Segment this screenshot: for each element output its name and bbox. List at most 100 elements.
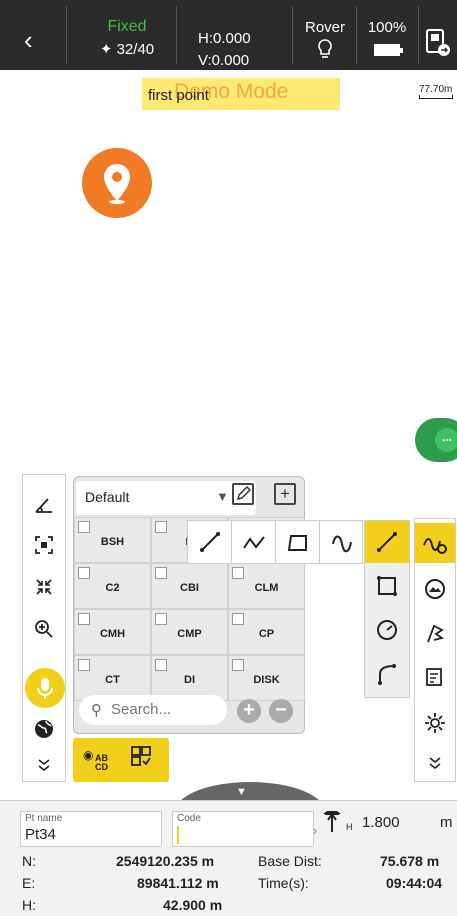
- stakeout-icon[interactable]: [415, 613, 455, 653]
- code-checkbox[interactable]: [78, 567, 90, 579]
- text-cursor: [177, 826, 179, 844]
- code-label: CT: [105, 674, 120, 686]
- edit-code-icon[interactable]: [232, 483, 254, 505]
- code-label: DISK: [253, 674, 280, 686]
- circle-tool-icon[interactable]: [365, 609, 409, 651]
- code-search-input[interactable]: [111, 701, 219, 718]
- microphone-icon: [37, 678, 53, 699]
- precision-readout[interactable]: H:0.000 V:0.000: [198, 28, 251, 72]
- zoom-in-icon[interactable]: [23, 609, 65, 649]
- code-cell[interactable]: CP: [228, 609, 305, 655]
- n-label: N:: [22, 853, 36, 869]
- code-library-panel: Default ▼ + BSH B C2 CBI CLM CMH CMP CP …: [73, 476, 305, 734]
- add-code-icon[interactable]: +: [274, 483, 296, 505]
- code-cell[interactable]: C2: [74, 563, 151, 609]
- polyline-icon[interactable]: [232, 521, 276, 563]
- code-library-dropdown[interactable]: Default ▼: [76, 481, 256, 515]
- curve-icon[interactable]: [320, 521, 364, 563]
- code-cell[interactable]: DISK: [228, 655, 305, 701]
- battery-icon: [374, 44, 403, 56]
- map-pin-mountain-icon[interactable]: [415, 569, 455, 609]
- arc-tool-icon[interactable]: [365, 653, 409, 695]
- code-checkbox[interactable]: [232, 567, 244, 579]
- code-cell[interactable]: CLM: [228, 563, 305, 609]
- code-checkbox[interactable]: [232, 659, 244, 671]
- globe-icon[interactable]: [23, 709, 65, 749]
- code-label: Code: [177, 813, 201, 824]
- satellite-icon: ✦: [99, 41, 113, 58]
- straight-line-icon[interactable]: [188, 521, 232, 563]
- code-label: BSH: [100, 536, 125, 548]
- code-checkbox[interactable]: [78, 521, 90, 533]
- antenna-height-sub: H: [346, 822, 353, 832]
- caret-down-icon: ▼: [236, 786, 247, 798]
- code-checkbox[interactable]: [155, 613, 167, 625]
- code-checkbox[interactable]: [78, 659, 90, 671]
- antenna-height-unit: m: [440, 814, 453, 831]
- time-value: 09:44:04: [386, 875, 443, 891]
- chevron-down-icon[interactable]: [415, 743, 455, 783]
- e-value: 89841.112 m: [137, 875, 219, 891]
- code-library-label: Default: [85, 489, 130, 505]
- base-dist-value: 75.678 m: [380, 853, 440, 869]
- h-value: 42.900 m: [163, 897, 223, 913]
- line-settings-icon[interactable]: [415, 523, 455, 563]
- point-name-value: Pt34: [25, 826, 56, 843]
- e-label: E:: [22, 875, 36, 891]
- satellite-count: ✦ 32/40: [82, 40, 172, 58]
- point-list-icon[interactable]: [415, 657, 455, 697]
- polygon-icon[interactable]: [276, 521, 320, 563]
- code-checkbox[interactable]: [155, 567, 167, 579]
- device-connect-icon[interactable]: [425, 28, 451, 58]
- divider: [292, 6, 293, 64]
- draw-tools-column: [364, 520, 410, 698]
- scale-bar: 77.70m: [419, 84, 453, 99]
- code-cell[interactable]: CBI: [151, 563, 228, 609]
- demo-banner: Demo Mode first point: [142, 78, 340, 110]
- divider: [356, 6, 357, 64]
- location-pin-icon[interactable]: [82, 148, 152, 218]
- point-pick-group: ◉ AB CD: [73, 738, 169, 782]
- code-field[interactable]: Code ›: [172, 811, 317, 847]
- code-attribute-button[interactable]: ◉ AB CD: [83, 744, 119, 776]
- code-label: C2: [105, 582, 120, 594]
- right-toolbar: [414, 518, 456, 782]
- h-label: H:: [22, 897, 36, 913]
- battery-label: 100%: [367, 19, 407, 36]
- divider: [66, 6, 67, 64]
- multi-select-button[interactable]: [129, 744, 165, 776]
- code-checkbox[interactable]: [155, 521, 167, 533]
- line-tool-icon[interactable]: [365, 521, 409, 563]
- chevron-right-icon[interactable]: ›: [313, 823, 317, 838]
- fix-status[interactable]: Fixed ✦ 32/40: [82, 18, 172, 58]
- microphone-button[interactable]: [25, 668, 65, 708]
- zoom-minus-button[interactable]: −: [269, 699, 293, 723]
- zoom-extent-icon[interactable]: [23, 525, 65, 565]
- mode-indicator[interactable]: Rover: [300, 19, 350, 63]
- point-name-field[interactable]: Pt name Pt34: [20, 811, 162, 847]
- caret-down-icon: ▼: [216, 489, 229, 504]
- back-button[interactable]: ‹: [24, 27, 33, 53]
- angle-measure-icon[interactable]: [23, 485, 65, 525]
- code-label: CP: [258, 628, 275, 640]
- antenna-height-field[interactable]: H 1.800 m: [318, 804, 457, 840]
- code-cell[interactable]: CMH: [74, 609, 151, 655]
- code-label: CBI: [180, 582, 199, 594]
- line-type-popup: [187, 520, 363, 564]
- code-label: DI: [184, 674, 195, 686]
- code-cell[interactable]: BSH: [74, 517, 151, 563]
- rectangle-tool-icon[interactable]: [365, 565, 409, 607]
- settings-gear-icon[interactable]: [415, 703, 455, 743]
- code-cell[interactable]: CMP: [151, 609, 228, 655]
- code-checkbox[interactable]: [232, 613, 244, 625]
- n-value: 2549120.235 m: [116, 853, 215, 869]
- code-label: CLM: [254, 582, 279, 594]
- shrink-icon[interactable]: [23, 567, 65, 607]
- code-search-box: ⚲: [79, 695, 227, 725]
- more-button[interactable]: ...: [415, 418, 457, 462]
- code-checkbox[interactable]: [78, 613, 90, 625]
- zoom-plus-button[interactable]: +: [237, 699, 261, 723]
- chevron-down-icon[interactable]: [23, 745, 65, 785]
- antenna-icon: [323, 811, 341, 832]
- code-checkbox[interactable]: [155, 659, 167, 671]
